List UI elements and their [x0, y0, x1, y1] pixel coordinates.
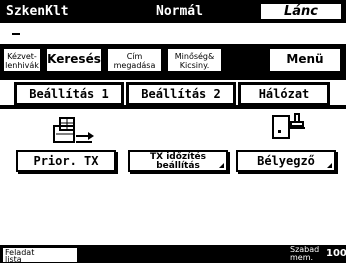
- dash-marker: [12, 33, 20, 35]
- chain-button[interactable]: Lánc: [259, 2, 343, 21]
- address-entry-label-1: Cím: [126, 52, 143, 61]
- search-button[interactable]: Keresés: [45, 47, 103, 73]
- corner-arrow-icon: [327, 163, 332, 168]
- quality-label: Normál: [156, 4, 203, 19]
- free-memory-percent: 100%: [326, 248, 346, 259]
- stamp-label: Bélyegző: [257, 154, 315, 168]
- priority-tx-label: Prior. TX: [33, 154, 99, 168]
- task-list-button[interactable]: Feladat lista: [2, 247, 78, 263]
- tab-underline: [0, 105, 346, 109]
- tab-settings-1[interactable]: Beállítás 1: [14, 82, 124, 106]
- tx-timer-settings-button[interactable]: TX időzítés beállítás: [128, 150, 228, 172]
- corner-arrow-icon: [219, 163, 224, 168]
- tab-network[interactable]: Hálózat: [238, 82, 330, 106]
- mode-label: SzkenKlt: [6, 4, 69, 19]
- priority-tx-icon: [53, 117, 94, 143]
- quality-reduction-label-2: Kicsiny.: [179, 61, 210, 70]
- priority-tx-button[interactable]: Prior. TX: [16, 150, 116, 172]
- direct-sending-button[interactable]: Kézvet- lenhivák: [2, 47, 42, 73]
- quality-reduction-label-1: Minőség&: [174, 52, 215, 61]
- address-entry-button[interactable]: Cím megadása: [106, 47, 163, 73]
- tx-timer-label-2: beállítás: [156, 161, 200, 171]
- quality-reduction-button[interactable]: Minőség& Kicsiny.: [166, 47, 223, 73]
- direct-sending-label-1: Kézvet-: [7, 52, 37, 61]
- direct-sending-label-2: lenhivák: [5, 61, 39, 70]
- tab-settings-2[interactable]: Beállítás 2: [126, 82, 236, 106]
- title-bar: SzkenKlt Normál Lánc: [0, 0, 346, 23]
- free-memory-indicator: Szabad mem. 100%: [290, 246, 346, 263]
- stamp-icon: [272, 113, 305, 139]
- task-list-label-2: lista: [5, 255, 22, 263]
- address-entry-label-2: megadása: [113, 61, 156, 70]
- menu-button[interactable]: Menü: [268, 47, 342, 73]
- stamp-button[interactable]: Bélyegző: [236, 150, 336, 172]
